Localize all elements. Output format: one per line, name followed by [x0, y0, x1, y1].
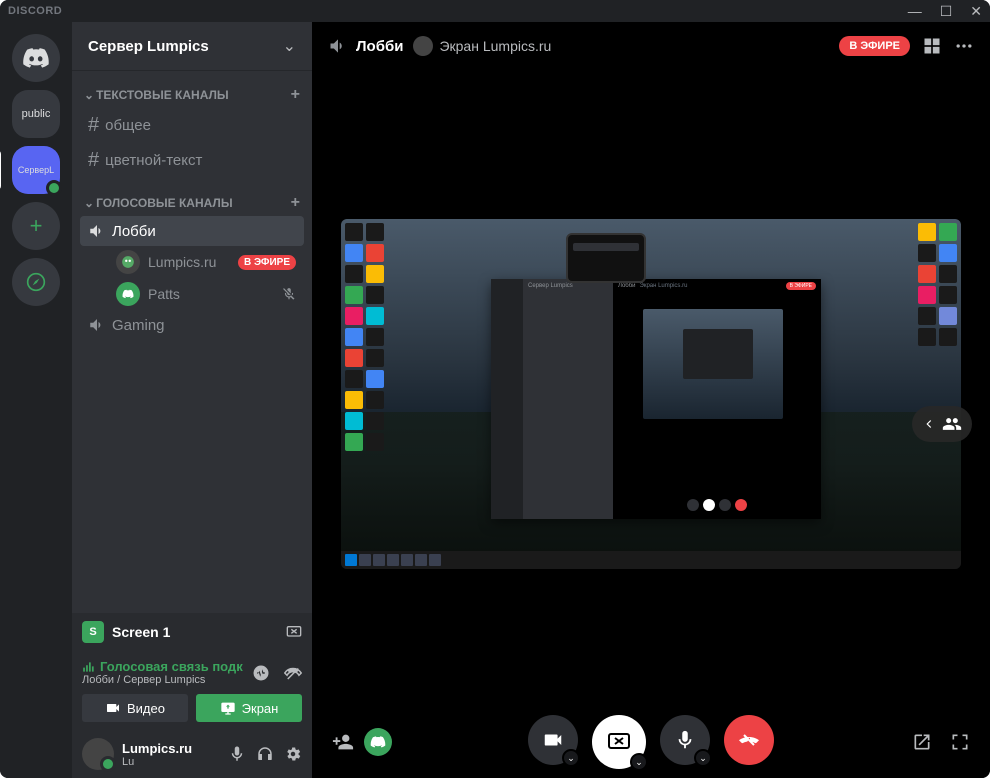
- video-button[interactable]: Видео: [82, 694, 188, 722]
- screen-controls: [286, 624, 302, 640]
- server-name: Сервер Lumpics: [88, 38, 283, 55]
- hangup-button[interactable]: [724, 715, 774, 765]
- screen-share-panel: S Screen 1: [72, 613, 312, 651]
- stream-content[interactable]: Сервер Lumpics Лобби Экран Lumpics.ruВ Э…: [341, 219, 961, 569]
- add-server-button[interactable]: +: [12, 202, 60, 250]
- server-online-badge: [46, 180, 62, 196]
- minimize-button[interactable]: —: [908, 3, 922, 20]
- deafen-icon[interactable]: [256, 745, 274, 763]
- window-controls: — ☐ ✕: [908, 3, 982, 20]
- user-avatar[interactable]: [82, 738, 114, 770]
- hash-icon: #: [88, 114, 99, 137]
- hash-icon: #: [88, 149, 99, 172]
- discord-window: DISCORD — ☐ ✕ public СерверL + Серв: [0, 0, 990, 778]
- disconnect-icon[interactable]: [284, 664, 302, 682]
- chevron-down-icon: ⌄: [630, 753, 648, 771]
- channel-color-text[interactable]: # цветной-текст: [80, 143, 304, 178]
- server-header[interactable]: Сервер Lumpics ⌄: [72, 22, 312, 70]
- settings-icon[interactable]: [284, 745, 302, 763]
- avatar: [116, 282, 140, 306]
- explore-button[interactable]: [12, 258, 60, 306]
- user-panel: Lumpics.ru Lu: [72, 730, 312, 778]
- category-voice[interactable]: ⌄ГОЛОСОВЫЕ КАНАЛЫ +: [80, 178, 304, 216]
- user-name: Lumpics.ru: [122, 741, 220, 756]
- chevron-left-icon: [922, 417, 936, 431]
- home-button[interactable]: [12, 34, 60, 82]
- noise-suppression-icon[interactable]: [252, 664, 270, 682]
- participants-toggle[interactable]: [912, 406, 972, 442]
- category-text[interactable]: ⌄ТЕКСТОВЫЕ КАНАЛЫ +: [80, 70, 304, 108]
- voice-status-title: Голосовая связь подк: [82, 659, 252, 674]
- close-button[interactable]: ✕: [970, 3, 982, 20]
- grid-view-icon[interactable]: [922, 36, 942, 56]
- fullscreen-icon[interactable]: [950, 732, 970, 752]
- mute-button[interactable]: ⌄: [660, 715, 710, 765]
- header-channel: Лобби: [328, 36, 403, 56]
- title-bar: DISCORD — ☐ ✕: [0, 0, 990, 22]
- voice-status: Голосовая связь подк Лобби / Сервер Lump…: [82, 659, 302, 686]
- add-participant-icon[interactable]: [332, 731, 354, 753]
- popout-icon[interactable]: [912, 732, 932, 752]
- content-header: Лобби Экран Lumpics.ru В ЭФИРЕ: [312, 22, 990, 70]
- channel-general[interactable]: # общее: [80, 108, 304, 143]
- muted-icon: [282, 287, 296, 301]
- participant-avatar[interactable]: [364, 728, 392, 756]
- avatar: [116, 250, 140, 274]
- mute-icon[interactable]: [228, 745, 246, 763]
- user-status: Lu: [122, 756, 220, 768]
- maximize-button[interactable]: ☐: [940, 3, 953, 20]
- add-channel-icon[interactable]: +: [291, 86, 300, 104]
- server-icon-public[interactable]: public: [12, 90, 60, 138]
- screen-share-button[interactable]: ⌄: [592, 715, 646, 769]
- server-list: public СерверL +: [0, 22, 72, 778]
- speaker-icon: [88, 316, 106, 334]
- people-icon: [942, 414, 962, 434]
- live-badge: В ЭФИРЕ: [238, 255, 296, 270]
- streamer-avatar: [413, 36, 433, 56]
- channels-list: ⌄ТЕКСТОВЫЕ КАНАЛЫ + # общее # цветной-те…: [72, 70, 312, 613]
- voice-user-lumpics[interactable]: Lumpics.ru В ЭФИРЕ: [80, 246, 304, 278]
- voice-channel-gaming[interactable]: Gaming: [80, 310, 304, 340]
- header-stream-info: Экран Lumpics.ru: [413, 36, 551, 56]
- chevron-down-icon: ⌄: [694, 749, 712, 767]
- voice-channel-lobby[interactable]: Лобби: [80, 216, 304, 246]
- more-icon[interactable]: [954, 36, 974, 56]
- screen-share-name: Screen 1: [112, 624, 278, 640]
- voice-status-subtitle: Лобби / Сервер Lumpics: [82, 674, 252, 686]
- main-area: Лобби Экран Lumpics.ru В ЭФИРЕ: [312, 22, 990, 778]
- stream-view: Сервер Lumpics Лобби Экран Lumpics.ruВ Э…: [312, 70, 990, 778]
- stop-stream-icon[interactable]: [286, 624, 302, 640]
- bottom-panels: S Screen 1 Голосовая связь подк Лоб: [72, 613, 312, 778]
- server-icon-lumpics[interactable]: СерверL: [12, 146, 60, 194]
- screen-button[interactable]: Экран: [196, 694, 302, 722]
- add-channel-icon[interactable]: +: [291, 194, 300, 212]
- screen-thumbnail: S: [82, 621, 104, 643]
- channel-sidebar: Сервер Lumpics ⌄ ⌄ТЕКСТОВЫЕ КАНАЛЫ + # о…: [72, 22, 312, 778]
- speaker-icon: [328, 36, 348, 56]
- chevron-down-icon: ⌄: [283, 36, 296, 56]
- call-controls: ⌄ ⌄ ⌄: [312, 706, 990, 778]
- main-content: public СерверL + Сервер Lumpics ⌄ ⌄ТЕКСТ…: [0, 22, 990, 778]
- chevron-down-icon: ⌄: [562, 749, 580, 767]
- speaker-icon: [88, 222, 106, 240]
- live-pill: В ЭФИРЕ: [839, 36, 910, 56]
- voice-panel: Голосовая связь подк Лобби / Сервер Lump…: [72, 651, 312, 730]
- voice-user-patts[interactable]: Patts: [80, 278, 304, 310]
- camera-button[interactable]: ⌄: [528, 715, 578, 765]
- app-title: DISCORD: [8, 5, 62, 17]
